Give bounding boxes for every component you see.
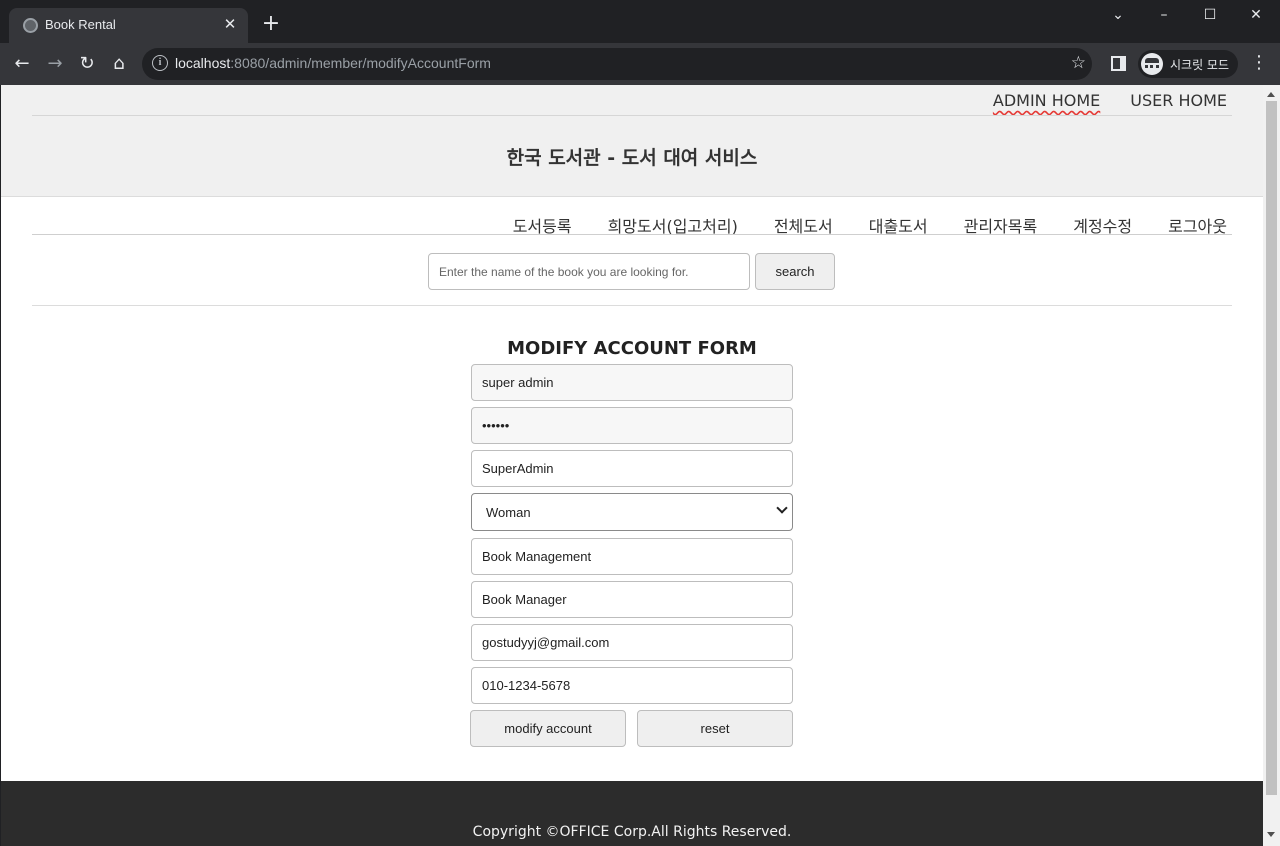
- search-button[interactable]: search: [755, 253, 835, 290]
- reset-button[interactable]: reset: [637, 710, 793, 747]
- chevron-down-icon: [776, 502, 788, 514]
- home-icon[interactable]: ⌂: [107, 52, 131, 76]
- email-field[interactable]: [471, 624, 793, 661]
- minimize-icon[interactable]: –: [1141, 4, 1187, 26]
- scroll-down-icon[interactable]: [1267, 832, 1275, 837]
- department-field[interactable]: [471, 538, 793, 575]
- position-field[interactable]: [471, 581, 793, 618]
- side-panel-icon[interactable]: [1111, 56, 1126, 71]
- tab-title: Book Rental: [45, 17, 116, 32]
- copyright-text: Copyright ©OFFICE Corp.All Rights Reserv…: [472, 824, 792, 840]
- browser-tabstrip: Book Rental ✕ + ⌄ – ☐ ✕: [0, 0, 1280, 43]
- site-info-icon[interactable]: i: [152, 55, 168, 71]
- close-tab-icon[interactable]: ✕: [220, 14, 240, 34]
- admin-home-link[interactable]: ADMIN HOME: [993, 91, 1100, 110]
- scrollbar-thumb[interactable]: [1266, 101, 1277, 795]
- page-viewport: ADMIN HOME USER HOME 한국 도서관 - 도서 대여 서비스 …: [1, 85, 1263, 846]
- tab-search-icon[interactable]: ⌄: [1095, 4, 1141, 26]
- new-tab-icon[interactable]: +: [259, 13, 283, 37]
- header-divider: [32, 115, 1232, 116]
- form-title: MODIFY ACCOUNT FORM: [507, 338, 757, 359]
- bookmark-star-icon[interactable]: ☆: [1071, 53, 1086, 73]
- menu-divider: [32, 234, 1232, 235]
- modify-account-button[interactable]: modify account: [470, 710, 626, 747]
- vertical-scrollbar[interactable]: [1263, 85, 1280, 846]
- reload-icon[interactable]: ↻: [75, 52, 99, 76]
- gender-select-value: Woman: [486, 505, 531, 520]
- maximize-icon[interactable]: ☐: [1187, 4, 1233, 26]
- globe-icon: [23, 18, 38, 33]
- password-field[interactable]: [471, 407, 793, 444]
- close-window-icon[interactable]: ✕: [1233, 4, 1279, 26]
- forward-icon[interactable]: →: [43, 52, 67, 76]
- account-id-field[interactable]: [471, 364, 793, 401]
- incognito-icon: [1141, 53, 1163, 75]
- scroll-up-icon[interactable]: [1267, 92, 1275, 97]
- search-divider: [32, 305, 1232, 306]
- gender-select[interactable]: Woman: [471, 493, 793, 531]
- url-text: localhost:8080/admin/member/modifyAccoun…: [175, 55, 491, 71]
- incognito-label: 시크릿 모드: [1170, 58, 1230, 72]
- site-footer: Copyright ©OFFICE Corp.All Rights Reserv…: [1, 781, 1263, 846]
- phone-field[interactable]: [471, 667, 793, 704]
- address-bar[interactable]: i localhost:8080/admin/member/modifyAcco…: [142, 48, 1092, 80]
- site-title: 한국 도서관 - 도서 대여 서비스: [506, 147, 758, 169]
- site-header: ADMIN HOME USER HOME 한국 도서관 - 도서 대여 서비스: [1, 85, 1263, 197]
- book-search-input[interactable]: [428, 253, 750, 290]
- name-field[interactable]: [471, 450, 793, 487]
- menu-kebab-icon[interactable]: ⋮: [1250, 52, 1268, 73]
- incognito-badge[interactable]: 시크릿 모드: [1138, 50, 1238, 78]
- user-home-link[interactable]: USER HOME: [1130, 91, 1227, 110]
- top-links: ADMIN HOME USER HOME: [993, 91, 1227, 110]
- back-icon[interactable]: ←: [10, 52, 34, 76]
- browser-toolbar: ← → ↻ ⌂ i localhost:8080/admin/member/mo…: [0, 43, 1280, 85]
- browser-tab[interactable]: Book Rental ✕: [9, 8, 248, 43]
